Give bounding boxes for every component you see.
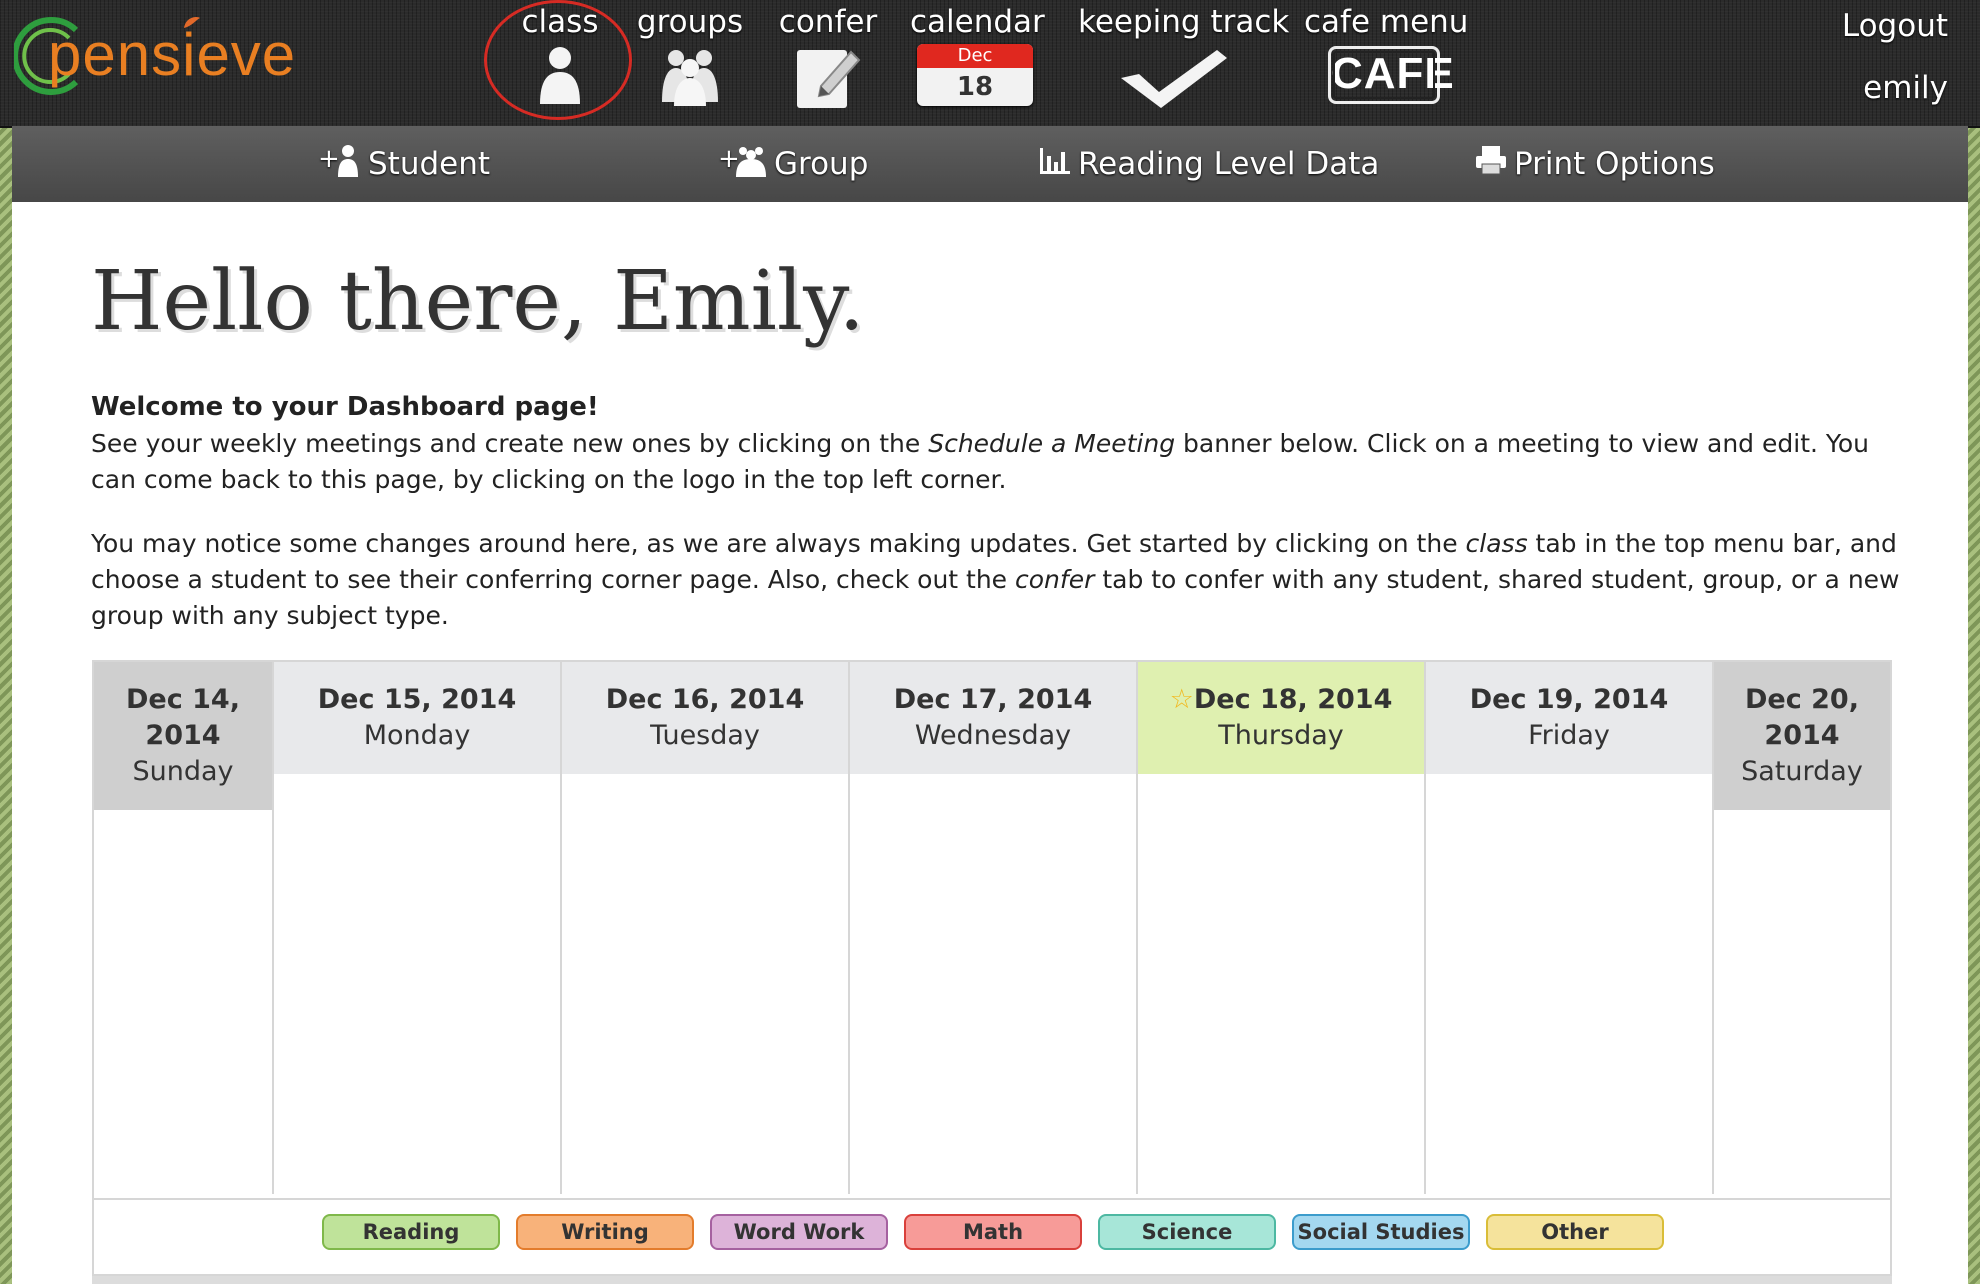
- nav-confer-label: confer: [778, 4, 878, 40]
- nav-cafe-menu-label: cafe menu: [1304, 4, 1469, 40]
- subject-tag-science[interactable]: Science: [1098, 1214, 1276, 1250]
- updates-paragraph: You may notice some changes around here,…: [91, 526, 1921, 634]
- nav-cafe-menu[interactable]: cafe menu CAFE: [1304, 0, 1469, 104]
- nav-groups-label: groups: [636, 4, 744, 40]
- day-header: Dec 17, 2014 Wednesday: [850, 662, 1136, 774]
- calendar-icon-month: Dec: [917, 44, 1033, 68]
- intro-text-a: See your weekly meetings and create new …: [91, 429, 929, 458]
- subject-tag-math[interactable]: Math: [904, 1214, 1082, 1250]
- add-student-label: Student: [368, 146, 491, 182]
- nav-calendar-label: calendar: [910, 4, 1045, 40]
- groups-icon: [662, 50, 718, 106]
- checkmark-icon: [1121, 50, 1227, 108]
- nav-keeping-track[interactable]: keeping track: [1078, 0, 1290, 110]
- weekly-calendar: Dec 14, 2014 Sunday Dec 15, 2014 Monday …: [92, 660, 1892, 1200]
- day-column-monday[interactable]: Dec 15, 2014 Monday: [274, 662, 562, 1194]
- subject-tag-writing[interactable]: Writing: [516, 1214, 694, 1250]
- nav-confer[interactable]: confer: [778, 0, 878, 112]
- day-header-today: ☆Dec 18, 2014 Thursday: [1138, 662, 1424, 774]
- day-weekday: Saturday: [1741, 756, 1863, 787]
- welcome-heading: Welcome to your Dashboard page!: [91, 392, 599, 422]
- notepad-pencil-icon: [797, 50, 861, 108]
- add-student-button[interactable]: + Student: [318, 142, 490, 189]
- nav-groups[interactable]: groups: [634, 0, 746, 106]
- day-weekday: Friday: [1528, 720, 1610, 751]
- day-column-friday[interactable]: Dec 19, 2014 Friday: [1426, 662, 1714, 1194]
- updates-text-a: You may notice some changes around here,…: [91, 529, 1466, 558]
- day-column-tuesday[interactable]: Dec 16, 2014 Tuesday: [562, 662, 850, 1194]
- subject-tag-other[interactable]: Other: [1486, 1214, 1664, 1250]
- day-weekday: Thursday: [1218, 720, 1344, 751]
- day-header: Dec 19, 2014 Friday: [1426, 662, 1712, 774]
- updates-text-em-confer: confer: [1015, 565, 1095, 594]
- day-date: Dec 20, 2014: [1745, 684, 1859, 751]
- svg-text:+: +: [718, 144, 740, 174]
- svg-text:+: +: [318, 144, 340, 174]
- subject-tag-reading[interactable]: Reading: [322, 1214, 500, 1250]
- intro-text-em: Schedule a Meeting: [928, 429, 1176, 458]
- action-bar: + Student + Group Reading Level Data Pri…: [12, 126, 1968, 202]
- logout-link[interactable]: Logout: [1842, 4, 1948, 48]
- subject-tag-social-studies[interactable]: Social Studies: [1292, 1214, 1470, 1250]
- print-options-label: Print Options: [1514, 146, 1715, 182]
- day-header: Dec 20, 2014 Saturday: [1714, 662, 1890, 810]
- nav-keeping-track-label: keeping track: [1078, 4, 1290, 40]
- add-group-button[interactable]: + Group: [718, 142, 868, 189]
- nav-calendar[interactable]: calendar Dec 18: [910, 0, 1045, 106]
- day-date: Dec 17, 2014: [893, 684, 1093, 715]
- day-weekday: Tuesday: [650, 720, 760, 751]
- logo-text: pensieve: [48, 21, 297, 88]
- day-header: Dec 15, 2014 Monday: [274, 662, 560, 774]
- intro-paragraph: See your weekly meetings and create new …: [91, 426, 1921, 498]
- day-date: ☆Dec 18, 2014: [1138, 682, 1424, 718]
- day-weekday: Monday: [363, 720, 471, 751]
- day-header: Dec 16, 2014 Tuesday: [562, 662, 848, 774]
- reading-level-data-button[interactable]: Reading Level Data: [1038, 142, 1379, 188]
- calendar-footer-strip: [92, 1276, 1892, 1284]
- today-date: Dec 18, 2014: [1193, 684, 1393, 715]
- add-student-icon: +: [318, 143, 362, 189]
- add-group-label: Group: [774, 146, 869, 182]
- class-highlight-ring: [484, 0, 632, 120]
- day-date: Dec 16, 2014: [605, 684, 805, 715]
- bar-chart-icon: [1038, 144, 1072, 188]
- day-column-sunday[interactable]: Dec 14, 2014 Sunday: [94, 662, 274, 1194]
- day-column-thursday[interactable]: ☆Dec 18, 2014 Thursday: [1138, 662, 1426, 1194]
- print-options-button[interactable]: Print Options: [1474, 142, 1715, 188]
- day-header: Dec 14, 2014 Sunday: [94, 662, 272, 810]
- day-column-wednesday[interactable]: Dec 17, 2014 Wednesday: [850, 662, 1138, 1194]
- today-star-icon: ☆: [1169, 684, 1194, 715]
- day-date: Dec 14, 2014: [126, 684, 240, 751]
- day-weekday: Wednesday: [914, 720, 1072, 751]
- day-weekday: Sunday: [132, 756, 234, 787]
- subject-legend: Reading Writing Word Work Math Science S…: [92, 1200, 1892, 1276]
- calendar-icon: Dec 18: [917, 44, 1033, 106]
- dashboard-main: Hello there, Emily. Welcome to your Dash…: [12, 202, 1968, 1284]
- top-nav-bar: pensieve class groups confer calendar De…: [0, 0, 1980, 128]
- add-group-icon: +: [718, 143, 768, 189]
- day-date: Dec 19, 2014: [1469, 684, 1669, 715]
- reading-level-data-label: Reading Level Data: [1078, 146, 1380, 182]
- updates-text-em-class: class: [1465, 529, 1528, 558]
- day-column-saturday[interactable]: Dec 20, 2014 Saturday: [1714, 662, 1890, 1194]
- username: emily: [1863, 70, 1948, 106]
- pensieve-logo[interactable]: pensieve: [14, 10, 295, 100]
- calendar-icon-day: 18: [956, 72, 994, 102]
- day-date: Dec 15, 2014: [317, 684, 517, 715]
- printer-icon: [1474, 144, 1508, 188]
- page-title: Hello there, Emily.: [91, 254, 865, 349]
- cafe-icon: CAFE: [1328, 46, 1454, 104]
- subject-tag-word-work[interactable]: Word Work: [710, 1214, 888, 1250]
